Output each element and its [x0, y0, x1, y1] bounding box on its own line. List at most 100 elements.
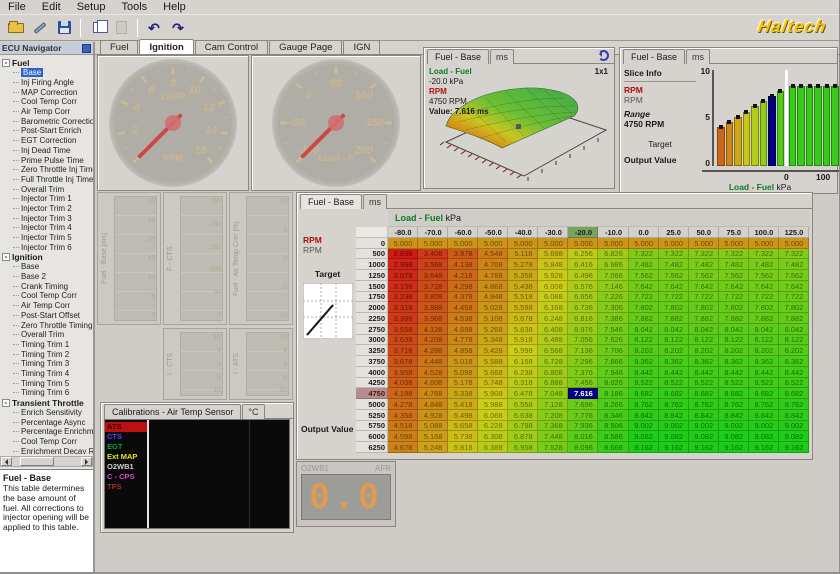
grid-cell[interactable]: 8.522 — [749, 378, 779, 389]
tree-item-injector-trim-4[interactable]: Injector Trim 4 — [0, 223, 93, 233]
grid-cell[interactable]: 4.538 — [448, 313, 478, 324]
grid-cell[interactable]: 7.626 — [598, 335, 628, 346]
grid-cell[interactable]: 5.000 — [538, 238, 568, 249]
navigator-hscrollbar[interactable] — [0, 456, 93, 467]
grid-cell[interactable]: 4.948 — [478, 292, 508, 303]
grid-cell[interactable]: 6.408 — [538, 324, 568, 335]
grid-cell[interactable]: 5.688 — [538, 249, 568, 260]
grid-cell[interactable]: 3.718 — [388, 345, 418, 356]
tree-item-prime-pulse-time[interactable]: Prime Pulse Time — [0, 155, 93, 165]
grid-cell[interactable]: 7.056 — [568, 335, 598, 346]
grid-cell[interactable]: 7.882 — [719, 313, 749, 324]
grid-cell[interactable]: 4.288 — [418, 345, 448, 356]
grid-cell[interactable]: 4.868 — [478, 281, 508, 292]
grid-cell[interactable]: 6.638 — [508, 410, 538, 421]
tree-item-barometric-correction[interactable]: Barometric Correction — [0, 116, 93, 126]
tree-item-base-2[interactable]: Base 2 — [0, 272, 93, 282]
grid-cell[interactable]: 7.482 — [719, 259, 749, 270]
grid-cell[interactable]: 5.998 — [508, 345, 538, 356]
slice-bar[interactable] — [760, 101, 768, 166]
grid-cell[interactable]: 4.928 — [418, 410, 448, 421]
table-tab[interactable]: Fuel - Base — [300, 194, 362, 209]
grid-cell[interactable]: 6.568 — [538, 345, 568, 356]
grid-cell[interactable]: 7.642 — [719, 281, 749, 292]
grid-cell[interactable]: 8.026 — [598, 378, 628, 389]
grid-cell[interactable]: 8.506 — [598, 421, 628, 432]
grid-cell[interactable]: 5.428 — [478, 345, 508, 356]
row-header-2750[interactable]: 2750 — [356, 324, 388, 335]
grid-cell[interactable]: 5.848 — [538, 259, 568, 270]
grid-cell[interactable]: 7.802 — [659, 302, 689, 313]
grid-cell[interactable]: 8.682 — [689, 388, 719, 399]
grid-cell[interactable]: 6.256 — [568, 249, 598, 260]
grid-cell[interactable]: 6.816 — [568, 313, 598, 324]
tab-gauge-page[interactable]: Gauge Page — [269, 40, 342, 54]
tree-item-overall-trim[interactable]: Overall Trim — [0, 330, 93, 340]
tree-item-cool-temp-corr[interactable]: Cool Temp Corr — [0, 97, 93, 107]
grid-cell[interactable]: 7.642 — [629, 281, 659, 292]
grid-cell[interactable]: 5.498 — [448, 410, 478, 421]
grid-cell[interactable]: 8.762 — [659, 399, 689, 410]
grid-cell[interactable]: 8.762 — [749, 399, 779, 410]
grid-cell[interactable]: 4.788 — [478, 270, 508, 281]
grid-cell[interactable]: 5.918 — [508, 335, 538, 346]
grid-cell[interactable]: 7.322 — [689, 249, 719, 260]
row-header-1000[interactable]: 1000 — [356, 259, 388, 270]
tree-item-enrichment-decay-rat[interactable]: Enrichment Decay Rat — [0, 446, 93, 454]
grid-cell[interactable]: 5.000 — [388, 238, 418, 249]
collapse-icon[interactable]: - — [2, 59, 10, 67]
tree-item-post-start-enrich[interactable]: Post-Start Enrich — [0, 126, 93, 136]
menu-setup[interactable]: Setup — [69, 1, 114, 13]
grid-cell[interactable]: 8.682 — [779, 388, 809, 399]
grid-cell[interactable]: 6.576 — [568, 281, 598, 292]
grid-cell[interactable]: 7.722 — [719, 292, 749, 303]
grid-cell[interactable]: 8.346 — [598, 410, 628, 421]
grid-cell[interactable]: 7.368 — [538, 421, 568, 432]
tree-item-timing-trim-6[interactable]: Timing Trim 6 — [0, 388, 93, 398]
grid-cell[interactable]: 7.226 — [598, 292, 628, 303]
grid-cell[interactable]: 3.398 — [388, 313, 418, 324]
col-header-0.0[interactable]: 0.0 — [629, 227, 659, 238]
tree-root-ignition[interactable]: -Ignition — [0, 252, 93, 262]
grid-cell[interactable]: 8.442 — [779, 367, 809, 378]
grid-cell[interactable]: 6.008 — [538, 281, 568, 292]
grid-cell[interactable]: 3.568 — [418, 259, 448, 270]
grid-cell[interactable]: 8.202 — [689, 345, 719, 356]
grid-cell[interactable]: 8.122 — [629, 335, 659, 346]
grid-cell[interactable]: 8.522 — [719, 378, 749, 389]
grid-cell[interactable]: 8.362 — [689, 356, 719, 367]
calibrations-unit-tab[interactable]: °C — [242, 404, 264, 419]
grid-cell[interactable]: 7.482 — [779, 259, 809, 270]
row-header-2000[interactable]: 2000 — [356, 302, 388, 313]
grid-cell[interactable]: 8.042 — [749, 324, 779, 335]
col-header--30.0[interactable]: -30.0 — [538, 227, 568, 238]
grid-cell[interactable]: 4.778 — [448, 335, 478, 346]
grid-cell[interactable]: 5.738 — [448, 431, 478, 442]
grid-cell[interactable]: 8.666 — [598, 442, 628, 453]
tree-item-full-throttle-inj-time[interactable]: Full Throttle Inj Time — [0, 175, 93, 185]
grid-cell[interactable]: 7.642 — [659, 281, 689, 292]
grid-cell[interactable]: 9.082 — [689, 431, 719, 442]
grid-cell[interactable]: 7.722 — [749, 292, 779, 303]
grid-cell[interactable]: 4.518 — [388, 421, 418, 432]
grid-cell[interactable]: 8.522 — [779, 378, 809, 389]
grid-cell[interactable]: 6.318 — [508, 378, 538, 389]
row-header-4000[interactable]: 4000 — [356, 367, 388, 378]
tree-item-cool-temp-corr[interactable]: Cool Temp Corr — [0, 437, 93, 447]
grid-cell[interactable]: 8.042 — [779, 324, 809, 335]
grid-cell[interactable]: 3.158 — [388, 281, 418, 292]
grid-cell[interactable]: 4.458 — [448, 302, 478, 313]
calibrations-tab[interactable]: Calibrations - Air Temp Sensor — [104, 404, 241, 419]
grid-cell[interactable]: 7.866 — [598, 356, 628, 367]
grid-cell[interactable]: 6.826 — [598, 249, 628, 260]
grid-cell[interactable]: 3.728 — [418, 281, 448, 292]
grid-cell[interactable]: 7.128 — [538, 399, 568, 410]
row-header-5250[interactable]: 5250 — [356, 410, 388, 421]
grid-cell[interactable]: 6.228 — [478, 421, 508, 432]
grid-cell[interactable]: 4.548 — [478, 249, 508, 260]
grid-cell[interactable]: 5.000 — [598, 238, 628, 249]
grid-cell[interactable]: 8.442 — [719, 367, 749, 378]
grid-cell[interactable]: 6.808 — [538, 367, 568, 378]
pin-icon[interactable] — [82, 44, 91, 53]
grid-cell[interactable]: 4.768 — [418, 388, 448, 399]
